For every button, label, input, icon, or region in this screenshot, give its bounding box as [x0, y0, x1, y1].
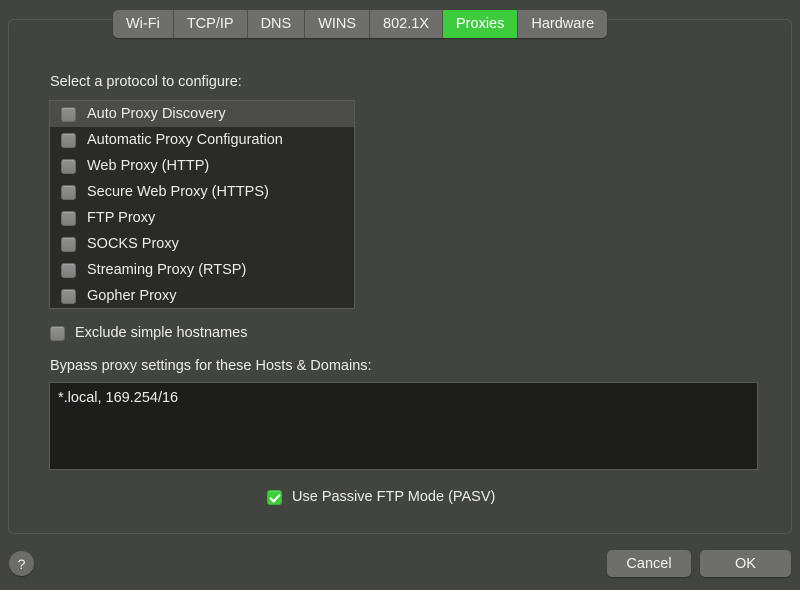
tab-hardware[interactable]: Hardware	[518, 10, 607, 38]
exclude-simple-hostnames-checkbox[interactable]	[50, 326, 65, 341]
tab-bar: Wi-FiTCP/IPDNSWINS802.1XProxiesHardware	[113, 10, 607, 38]
protocol-row-label: Streaming Proxy (RTSP)	[87, 262, 246, 278]
protocol-row[interactable]: Auto Proxy Discovery	[50, 101, 354, 127]
passive-ftp-checkbox[interactable]	[267, 490, 282, 505]
protocol-checkbox[interactable]	[61, 211, 76, 226]
protocol-checkbox[interactable]	[61, 185, 76, 200]
passive-ftp-label: Use Passive FTP Mode (PASV)	[292, 489, 495, 505]
protocol-row-label: SOCKS Proxy	[87, 236, 179, 252]
protocol-checkbox[interactable]	[61, 107, 76, 122]
tab-proxies[interactable]: Proxies	[443, 10, 518, 38]
protocol-row[interactable]: Streaming Proxy (RTSP)	[50, 257, 354, 283]
cancel-button[interactable]: Cancel	[607, 550, 691, 577]
tab-tcp-ip[interactable]: TCP/IP	[174, 10, 248, 38]
protocol-row-label: Gopher Proxy	[87, 288, 176, 304]
protocol-row-label: Automatic Proxy Configuration	[87, 132, 283, 148]
protocol-row-label: FTP Proxy	[87, 210, 155, 226]
protocol-row[interactable]: Secure Web Proxy (HTTPS)	[50, 179, 354, 205]
protocol-checkbox[interactable]	[61, 237, 76, 252]
tab-wi-fi[interactable]: Wi-Fi	[113, 10, 174, 38]
protocol-row[interactable]: Gopher Proxy	[50, 283, 354, 309]
exclude-simple-hostnames-label: Exclude simple hostnames	[75, 325, 247, 341]
protocol-checkbox[interactable]	[61, 289, 76, 304]
bypass-proxy-input[interactable]: *.local, 169.254/16	[49, 382, 758, 470]
tab-wins[interactable]: WINS	[305, 10, 370, 38]
protocol-row[interactable]: Web Proxy (HTTP)	[50, 153, 354, 179]
protocol-checkbox[interactable]	[61, 263, 76, 278]
ok-button[interactable]: OK	[700, 550, 791, 577]
protocol-row[interactable]: Automatic Proxy Configuration	[50, 127, 354, 153]
protocol-checkbox[interactable]	[61, 133, 76, 148]
help-button[interactable]: ?	[9, 551, 34, 576]
protocol-row-label: Secure Web Proxy (HTTPS)	[87, 184, 269, 200]
passive-ftp-row[interactable]: Use Passive FTP Mode (PASV)	[267, 489, 495, 505]
bypass-proxy-label: Bypass proxy settings for these Hosts & …	[50, 358, 372, 374]
tab-dns[interactable]: DNS	[248, 10, 306, 38]
protocol-list[interactable]: Auto Proxy Discovery Automatic Proxy Conf…	[49, 100, 355, 309]
protocol-row-label: Web Proxy (HTTP)	[87, 158, 209, 174]
protocol-section-label: Select a protocol to configure:	[50, 74, 242, 90]
protocol-row-label: Auto Proxy Discovery	[87, 106, 226, 122]
protocol-row[interactable]: FTP Proxy	[50, 205, 354, 231]
exclude-simple-hostnames-row[interactable]: Exclude simple hostnames	[50, 325, 247, 341]
tab-802-1x[interactable]: 802.1X	[370, 10, 443, 38]
protocol-row[interactable]: SOCKS Proxy	[50, 231, 354, 257]
protocol-checkbox[interactable]	[61, 159, 76, 174]
